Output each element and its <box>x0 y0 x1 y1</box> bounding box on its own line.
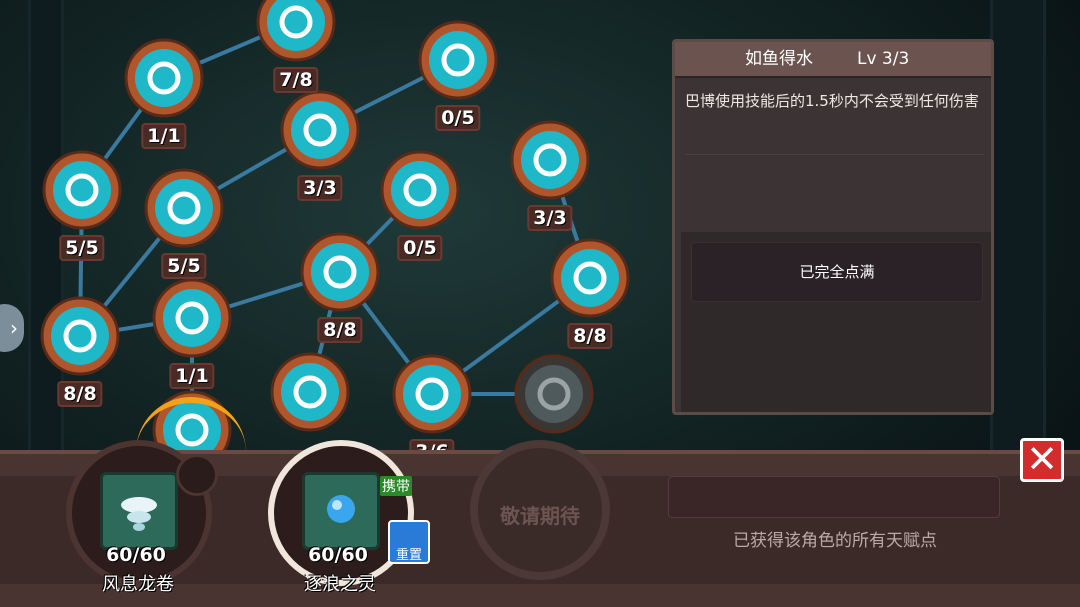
node-level-label: 8/8 <box>317 317 363 343</box>
node-fill <box>135 49 193 107</box>
coming-soon-label: 敬请期待 <box>500 504 580 528</box>
node-fill <box>311 243 369 301</box>
status-bar <box>668 476 1000 518</box>
talent-node-magnifier-plus-icon[interactable] <box>144 168 224 248</box>
talent-node-shell-icon[interactable] <box>152 278 232 358</box>
divider <box>685 154 985 155</box>
node-level-label: 5/5 <box>59 235 105 261</box>
talent-node-octagon-icon[interactable] <box>418 20 498 100</box>
node-level-label: 5/5 <box>161 253 207 279</box>
status-text: 已获得该角色的所有天赋点 <box>733 531 937 551</box>
reset-button[interactable]: 重置 <box>388 520 430 564</box>
talent-node-sword-icon[interactable] <box>380 150 460 230</box>
talent-node-wind-plus-icon[interactable] <box>42 150 122 230</box>
node-level-label: 0/5 <box>435 105 481 131</box>
node-level-label: 0/5 <box>397 235 443 261</box>
book-name: 风息龙卷 <box>102 574 174 595</box>
talent-node-spiral-icon[interactable] <box>550 238 630 318</box>
node-fill <box>51 307 109 365</box>
node-fill <box>525 365 583 423</box>
tornado-book-icon <box>100 472 178 550</box>
node-fill <box>429 31 487 89</box>
node-level-label: 7/8 <box>273 67 319 93</box>
node-fill <box>521 131 579 189</box>
talent-description: 巴博使用技能后的1.5秒内不会受到任何伤害 <box>685 92 979 110</box>
reset-label: 重置 <box>395 548 422 563</box>
node-level-label: 3/3 <box>297 175 343 201</box>
node-level-label: 1/1 <box>141 123 187 149</box>
node-level-label: 3/3 <box>527 205 573 231</box>
node-fill <box>281 363 339 421</box>
book-name: 逐浪之灵 <box>304 574 376 595</box>
talent-level: Lv 3/3 <box>857 49 910 69</box>
node-fill <box>155 179 213 237</box>
talent-name: 如鱼得水 <box>745 49 813 69</box>
talent-node-refresh-icon[interactable] <box>510 120 590 200</box>
equipped-tag: 携带 <box>380 476 412 496</box>
talent-node-spiral-icon[interactable] <box>280 90 360 170</box>
empty-badge <box>176 454 218 496</box>
talent-node-orb-icon[interactable] <box>40 296 120 376</box>
node-level-label: 8/8 <box>57 381 103 407</box>
book-count: 60/60 <box>106 544 166 566</box>
talent-node-trident-locked-icon[interactable] <box>514 354 594 434</box>
node-fill <box>403 365 461 423</box>
node-fill <box>291 101 349 159</box>
node-level-label: 1/1 <box>169 363 215 389</box>
water-orb-book-icon <box>302 472 380 550</box>
node-fill <box>561 249 619 307</box>
talent-node-wind-arrows-icon[interactable] <box>270 352 350 432</box>
node-fill <box>391 161 449 219</box>
talent-node-wind-icon[interactable] <box>300 232 380 312</box>
talent-detail-panel: 如鱼得水 Lv 3/3 巴博使用技能后的1.5秒内不会受到任何伤害 已完全点满 <box>672 39 994 415</box>
node-fill <box>53 161 111 219</box>
book-count: 60/60 <box>308 544 368 566</box>
talent-node-wind-x2-icon[interactable] <box>124 38 204 118</box>
panel-header: 如鱼得水 Lv 3/3 <box>675 42 991 78</box>
coming-soon-slot: 敬请期待 <box>470 440 610 580</box>
maxed-button[interactable]: 已完全点满 <box>691 242 983 302</box>
close-button[interactable]: ✕ <box>1020 438 1064 482</box>
node-level-label: 8/8 <box>567 323 613 349</box>
talent-node-trident-icon[interactable] <box>392 354 472 434</box>
node-fill <box>163 289 221 347</box>
talent-node-wind-swirl-icon[interactable] <box>256 0 336 62</box>
